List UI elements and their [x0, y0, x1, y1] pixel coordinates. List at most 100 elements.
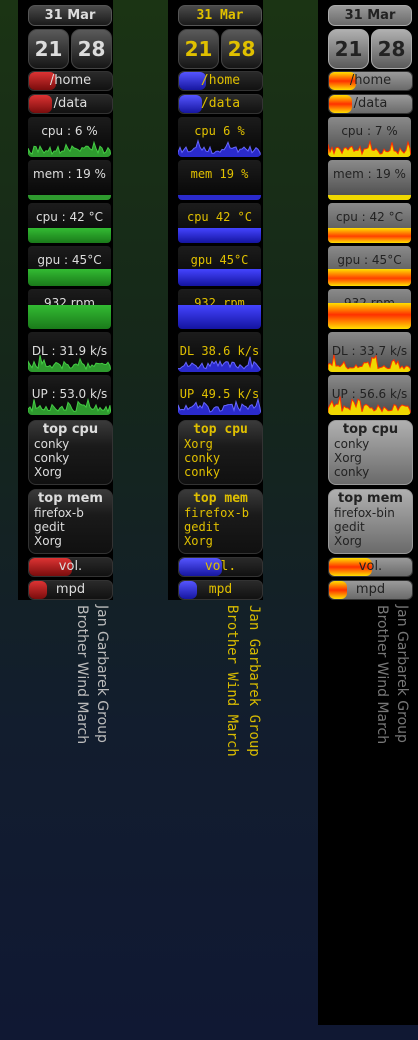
cpu-usage-graph: cpu : 7 %: [328, 117, 411, 157]
gpu-temp-label: gpu : 45°C: [337, 253, 402, 267]
mem-usage-fill: [178, 195, 261, 200]
top-mem-pane: top mem firefox-bin gedit Xorg: [328, 489, 413, 554]
volume-bar[interactable]: vol.: [328, 557, 413, 577]
fan-speed-meter: 932 rpm: [178, 289, 261, 329]
volume-bar[interactable]: vol.: [178, 557, 263, 577]
clock-minute: 28: [221, 29, 262, 69]
upload-graph: UP 49.5 k/s: [178, 375, 261, 415]
top-mem-title: top mem: [193, 491, 248, 506]
cpu-temp-fill: [178, 228, 261, 243]
conky-panel-yellow: 31 Mar 21 28 /home /data cpu : 7 % mem :…: [318, 0, 418, 1025]
upload-sparkline: [28, 397, 111, 415]
download-sparkline: [28, 354, 111, 372]
track-artist: Jan Garbarek Group: [94, 605, 110, 743]
download-graph: DL 38.6 k/s: [178, 332, 261, 372]
fs-home-bar: /home: [328, 71, 413, 91]
gpu-temp-label: gpu : 45°C: [37, 253, 102, 267]
track-artist: Jan Garbarek Group: [246, 605, 262, 757]
fs-data-label: /data: [353, 96, 388, 111]
volume-bar[interactable]: vol.: [28, 557, 113, 577]
fs-home-bar: /home: [178, 71, 263, 91]
top-mem-pane: top mem firefox-b gedit Xorg: [28, 489, 113, 554]
top-mem-process: firefox-bin: [334, 506, 395, 520]
top-cpu-process: conky: [34, 437, 70, 451]
date-display: 31 Mar: [328, 5, 412, 26]
mpd-progress-bar[interactable]: mpd: [178, 580, 263, 600]
download-graph: DL : 31.9 k/s: [28, 332, 111, 372]
mpd-label: mpd: [208, 582, 233, 597]
mem-usage-label: mem 19 %: [190, 167, 249, 181]
upload-sparkline: [328, 396, 411, 415]
download-sparkline: [328, 354, 411, 372]
volume-label: vol.: [358, 559, 383, 574]
volume-label: vol.: [204, 559, 237, 574]
top-cpu-process: Xorg: [184, 437, 213, 451]
clock-minute: 28: [371, 29, 412, 69]
cpu-usage-sparkline: [178, 138, 261, 157]
top-cpu-pane: top cpu Xorg conky conky: [178, 420, 263, 485]
mpd-label: mpd: [355, 582, 386, 597]
cpu-temp-label: cpu : 42 °C: [336, 210, 403, 224]
top-mem-process: Xorg: [184, 534, 213, 548]
cpu-temp-fill: [28, 228, 111, 243]
clock-hour: 21: [28, 29, 69, 69]
top-cpu-process: conky: [334, 465, 370, 479]
gpu-temp-fill: [178, 269, 261, 286]
download-sparkline: [178, 356, 261, 372]
top-cpu-process: Xorg: [334, 451, 362, 465]
cpu-temp-meter: cpu 42 °C: [178, 203, 261, 243]
gpu-temp-meter: gpu 45°C: [178, 246, 261, 286]
fs-data-bar: /data: [328, 94, 413, 114]
top-mem-process: Xorg: [34, 534, 62, 548]
fan-speed-fill: [328, 303, 411, 329]
gpu-temp-label: gpu 45°C: [190, 253, 249, 267]
fs-home-label: /home: [49, 73, 92, 88]
date-display: 31 Mar: [28, 5, 112, 26]
gpu-temp-meter: gpu : 45°C: [28, 246, 111, 286]
date-display: 31 Mar: [178, 5, 262, 26]
top-cpu-process: conky: [184, 465, 221, 479]
track-artist: Jan Garbarek Group: [394, 605, 410, 743]
top-mem-process: gedit: [184, 520, 221, 534]
gpu-temp-fill: [328, 269, 411, 286]
top-cpu-title: top cpu: [342, 422, 399, 437]
gpu-temp-fill: [28, 269, 111, 286]
cpu-temp-fill: [328, 228, 411, 243]
fs-data-label: /data: [200, 96, 241, 111]
clock-minute: 28: [71, 29, 112, 69]
mem-usage-fill: [28, 195, 111, 200]
mem-usage-label: mem : 19 %: [33, 167, 106, 181]
top-mem-process: firefox-b: [184, 506, 250, 520]
top-cpu-process: conky: [334, 437, 370, 451]
mem-usage-graph: mem : 19 %: [328, 160, 411, 200]
track-title: Brother Wind March: [224, 605, 240, 757]
cpu-temp-label: cpu 42 °C: [186, 210, 253, 224]
track-title: Brother Wind March: [74, 605, 90, 745]
mem-usage-fill: [328, 195, 411, 200]
fan-speed-fill: [28, 305, 111, 329]
cpu-usage-graph: cpu 6 %: [178, 117, 261, 157]
cpu-temp-label: cpu : 42 °C: [36, 210, 103, 224]
volume-label: vol.: [58, 559, 83, 574]
conky-panel-blue: 31 Mar 21 28 /home /data cpu 6 % mem 19 …: [168, 0, 263, 600]
top-cpu-process: conky: [34, 451, 70, 465]
cpu-temp-meter: cpu : 42 °C: [328, 203, 411, 243]
track-title: Brother Wind March: [374, 605, 390, 745]
upload-graph: UP : 53.0 k/s: [28, 375, 111, 415]
clock-hour: 21: [178, 29, 219, 69]
mem-usage-graph: mem : 19 %: [28, 160, 111, 200]
download-graph: DL : 33.7 k/s: [328, 332, 411, 372]
clock-hour: 21: [328, 29, 369, 69]
top-cpu-pane: top cpu conky conky Xorg: [28, 420, 113, 485]
mpd-progress-bar[interactable]: mpd: [28, 580, 113, 600]
top-mem-process: Xorg: [334, 534, 362, 548]
fan-speed-meter: 932 rpm: [328, 289, 411, 329]
top-cpu-pane: top cpu conky Xorg conky: [328, 420, 413, 485]
cpu-usage-sparkline: [328, 139, 411, 157]
mpd-progress-bar[interactable]: mpd: [328, 580, 413, 600]
fan-speed-meter: 932 rpm: [28, 289, 111, 329]
top-cpu-title: top cpu: [193, 422, 248, 437]
top-mem-pane: top mem firefox-b gedit Xorg: [178, 489, 263, 554]
mpd-label: mpd: [55, 582, 86, 597]
top-mem-process: gedit: [334, 520, 365, 534]
